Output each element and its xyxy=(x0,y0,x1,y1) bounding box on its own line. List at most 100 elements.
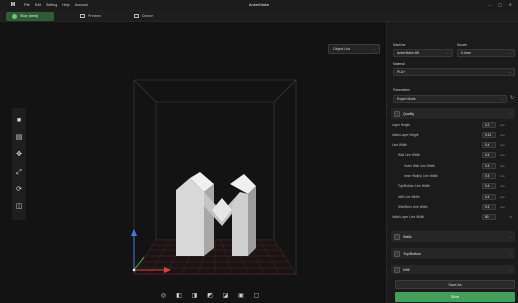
title-bar: M File Edit Setting Help Account AnkerMa… xyxy=(0,0,518,10)
object-list-label: Object List xyxy=(333,47,350,51)
tab-preview[interactable]: Preview xyxy=(74,12,114,21)
device-icon xyxy=(134,14,139,18)
chevron-down-icon: ⌄ xyxy=(372,47,375,51)
view-toolbar: ◎ ◧ ◨ ◩ ◪ ▣ ▢ xyxy=(160,290,260,300)
slice-button[interactable]: Slice xyxy=(395,292,515,302)
setting-label: Outer Wall Line Width xyxy=(404,163,435,168)
infill-section-header[interactable]: Infill ⌄ xyxy=(391,265,515,274)
setting-value-input[interactable]: 0.4 xyxy=(482,173,496,179)
quality-setting-row: Initial Layer Line Width 80% xyxy=(392,214,516,221)
quality-setting-row: Infill Line Width 0.4 mm xyxy=(392,193,516,200)
maximize-icon[interactable]: ▢ xyxy=(498,2,502,7)
setting-unit: mm xyxy=(500,194,505,199)
walls-icon xyxy=(394,233,400,240)
open-folder-icon[interactable]: ■ xyxy=(15,117,23,125)
quality-setting-row: Skirt/Brim Line Width 0.4 mm xyxy=(392,203,516,210)
parameters-label: Parameters xyxy=(393,88,411,92)
setting-label: Initial Layer Line Width xyxy=(392,215,425,220)
tab-preview-label: Preview xyxy=(88,14,101,18)
infill-icon xyxy=(394,266,400,273)
view-front-icon[interactable]: ◧ xyxy=(176,292,183,299)
material-select[interactable]: PLA+ ⌄ xyxy=(393,68,515,76)
walls-section-header[interactable]: Walls ⌄ xyxy=(391,231,515,242)
view-left-icon[interactable]: ◩ xyxy=(207,292,214,299)
quality-setting-row: Outer Wall Line Width 0.4 mm xyxy=(392,162,516,169)
tab-device-label: Device xyxy=(142,14,153,18)
chevron-down-icon: ⌄ xyxy=(509,251,512,256)
setting-value-input[interactable]: 0.14 xyxy=(482,131,496,138)
machine-select[interactable]: AnkerMake M5 ⌄ xyxy=(393,49,453,57)
topbottom-title: Top/Bottom xyxy=(403,251,422,256)
chevron-down-icon: ⌄ xyxy=(509,234,512,239)
move-icon[interactable]: ✥ xyxy=(15,151,23,159)
quality-setting-row: Inner Wall(s) Line Width 0.4 mm xyxy=(392,173,516,180)
setting-unit: mm xyxy=(500,153,505,158)
bed-grid xyxy=(133,239,297,275)
setting-label: Line Width xyxy=(392,143,408,148)
setting-label: Inner Wall(s) Line Width xyxy=(404,174,438,178)
build-volume-scene xyxy=(131,79,297,275)
3d-viewport[interactable]: Object List ⌄ xyxy=(0,22,386,303)
topbottom-icon xyxy=(394,250,400,257)
setting-unit: % xyxy=(509,215,512,220)
infill-title: Infill xyxy=(403,267,410,272)
chevron-down-icon: ⌄ xyxy=(508,51,511,55)
tab-device[interactable]: Device xyxy=(128,12,168,21)
material-label: Material xyxy=(393,62,405,66)
setting-value-input[interactable]: 0.4 xyxy=(482,152,496,159)
machine-label: Machine xyxy=(393,43,406,47)
topbottom-section-header[interactable]: Top/Bottom ⌄ xyxy=(391,248,515,259)
material-value: PLA+ xyxy=(397,70,406,74)
rotate-icon[interactable]: ⟳ xyxy=(15,186,23,194)
reset-icon[interactable]: ↻ xyxy=(510,95,514,101)
setting-unit: mm xyxy=(500,174,505,178)
view-back-icon[interactable]: ◨ xyxy=(191,292,198,299)
chevron-down-icon: ⌄ xyxy=(446,51,449,55)
minimize-icon[interactable]: – xyxy=(489,2,491,7)
save-as-button[interactable]: Save As xyxy=(395,280,515,289)
tab-bar: Slice (beta) Preview Device xyxy=(0,10,518,22)
view-right-icon[interactable]: ◪ xyxy=(222,292,229,299)
setting-label: Layer Height xyxy=(392,122,411,127)
setting-value-input[interactable]: 0.4 xyxy=(482,162,496,169)
setting-value-input[interactable]: 0.4 xyxy=(482,183,496,190)
setting-value-input[interactable]: 0.4 xyxy=(482,193,496,200)
quality-setting-row: Top/Bottom Line Width 0.4 mm xyxy=(392,183,516,190)
mirror-icon[interactable]: ◫ xyxy=(15,203,23,211)
parameters-value: Expert Mode xyxy=(397,97,416,101)
view-top-icon[interactable]: ▣ xyxy=(238,292,245,299)
preview-icon xyxy=(80,14,85,18)
quality-setting-row: Layer Height 0.2 mm xyxy=(392,121,516,128)
quality-icon xyxy=(394,110,400,117)
setting-unit: mm xyxy=(500,163,505,168)
setting-label: Top/Bottom Line Width xyxy=(398,184,431,189)
nozzle-select[interactable]: 0.4mm ⌄ xyxy=(457,49,515,57)
slice-status-icon xyxy=(12,13,17,19)
tab-slice[interactable]: Slice (beta) xyxy=(6,11,54,21)
quality-title: Quality xyxy=(403,111,415,116)
window-title: AnkerMake xyxy=(248,2,270,7)
view-home-icon[interactable]: ◎ xyxy=(160,292,167,299)
setting-value-input[interactable]: 80 xyxy=(482,214,496,221)
close-icon[interactable]: ✕ xyxy=(509,2,512,7)
parameters-select[interactable]: Expert Mode ⌄ xyxy=(393,95,507,103)
setting-label: Infill Line Width xyxy=(398,194,420,199)
left-toolbar: ■ ▤ ✥ ⤢ ⟳ ◫ xyxy=(12,108,26,220)
setting-label: Wall Line Width xyxy=(398,153,421,158)
setting-unit: mm xyxy=(500,143,505,148)
setting-value-input[interactable]: 0.4 xyxy=(482,142,496,149)
setting-value-input[interactable]: 0.4 xyxy=(482,203,496,210)
setting-value-input[interactable]: 0.2 xyxy=(482,121,496,128)
chevron-down-icon: ⌄ xyxy=(500,97,503,101)
view-bottom-icon[interactable]: ▢ xyxy=(253,292,260,299)
chevron-down-icon: ⌄ xyxy=(509,267,512,272)
setting-unit: mm xyxy=(500,204,505,209)
quality-setting-row: Wall Line Width 0.4 mm xyxy=(392,152,516,159)
scale-icon[interactable]: ⤢ xyxy=(15,169,23,177)
nozzle-value: 0.4mm xyxy=(461,51,472,55)
object-list-dropdown[interactable]: Object List ⌄ xyxy=(328,44,380,54)
object-list-icon[interactable]: ▤ xyxy=(15,134,23,142)
nozzle-label: Nozzle xyxy=(457,43,468,47)
quality-section-header[interactable]: Quality ⌃ xyxy=(391,108,515,119)
chevron-up-icon: ⌃ xyxy=(509,111,512,116)
